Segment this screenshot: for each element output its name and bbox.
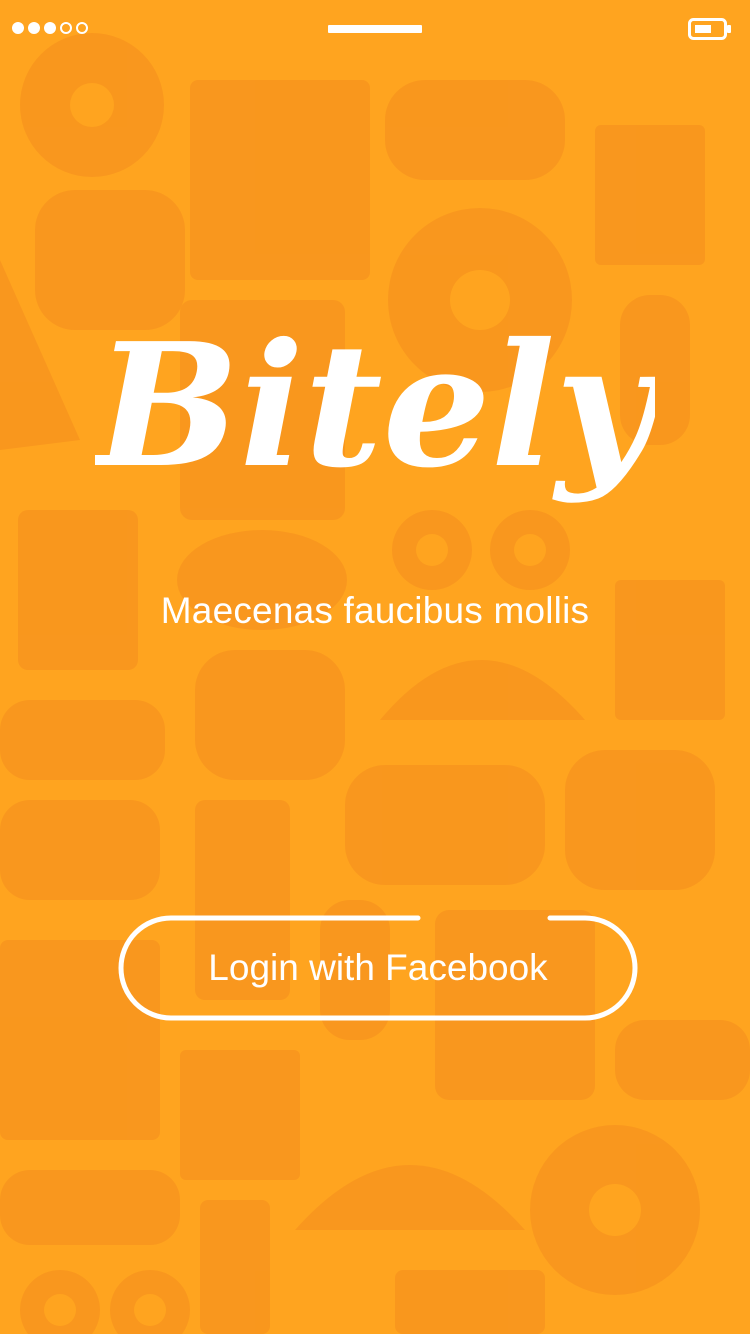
tagline: Maecenas faucibus mollis <box>160 590 590 631</box>
login-with-facebook-button[interactable]: Login with Facebook <box>118 915 638 1021</box>
signal-strength-icon <box>12 22 88 34</box>
speaker-notch <box>328 25 422 33</box>
login-screen: Bitely Maecenas faucibus mollis Login wi… <box>0 0 750 1334</box>
battery-icon <box>688 18 731 40</box>
signal-dot <box>12 22 24 34</box>
signal-dot <box>44 22 56 34</box>
signal-dot <box>28 22 40 34</box>
login-button-label: Login with Facebook <box>208 947 548 988</box>
app-logo-text: Bitely <box>95 306 655 506</box>
signal-dot <box>76 22 88 34</box>
status-bar <box>0 0 750 60</box>
food-pattern-background <box>0 33 750 1334</box>
app-logo: Bitely <box>0 290 750 550</box>
signal-dot <box>60 22 72 34</box>
